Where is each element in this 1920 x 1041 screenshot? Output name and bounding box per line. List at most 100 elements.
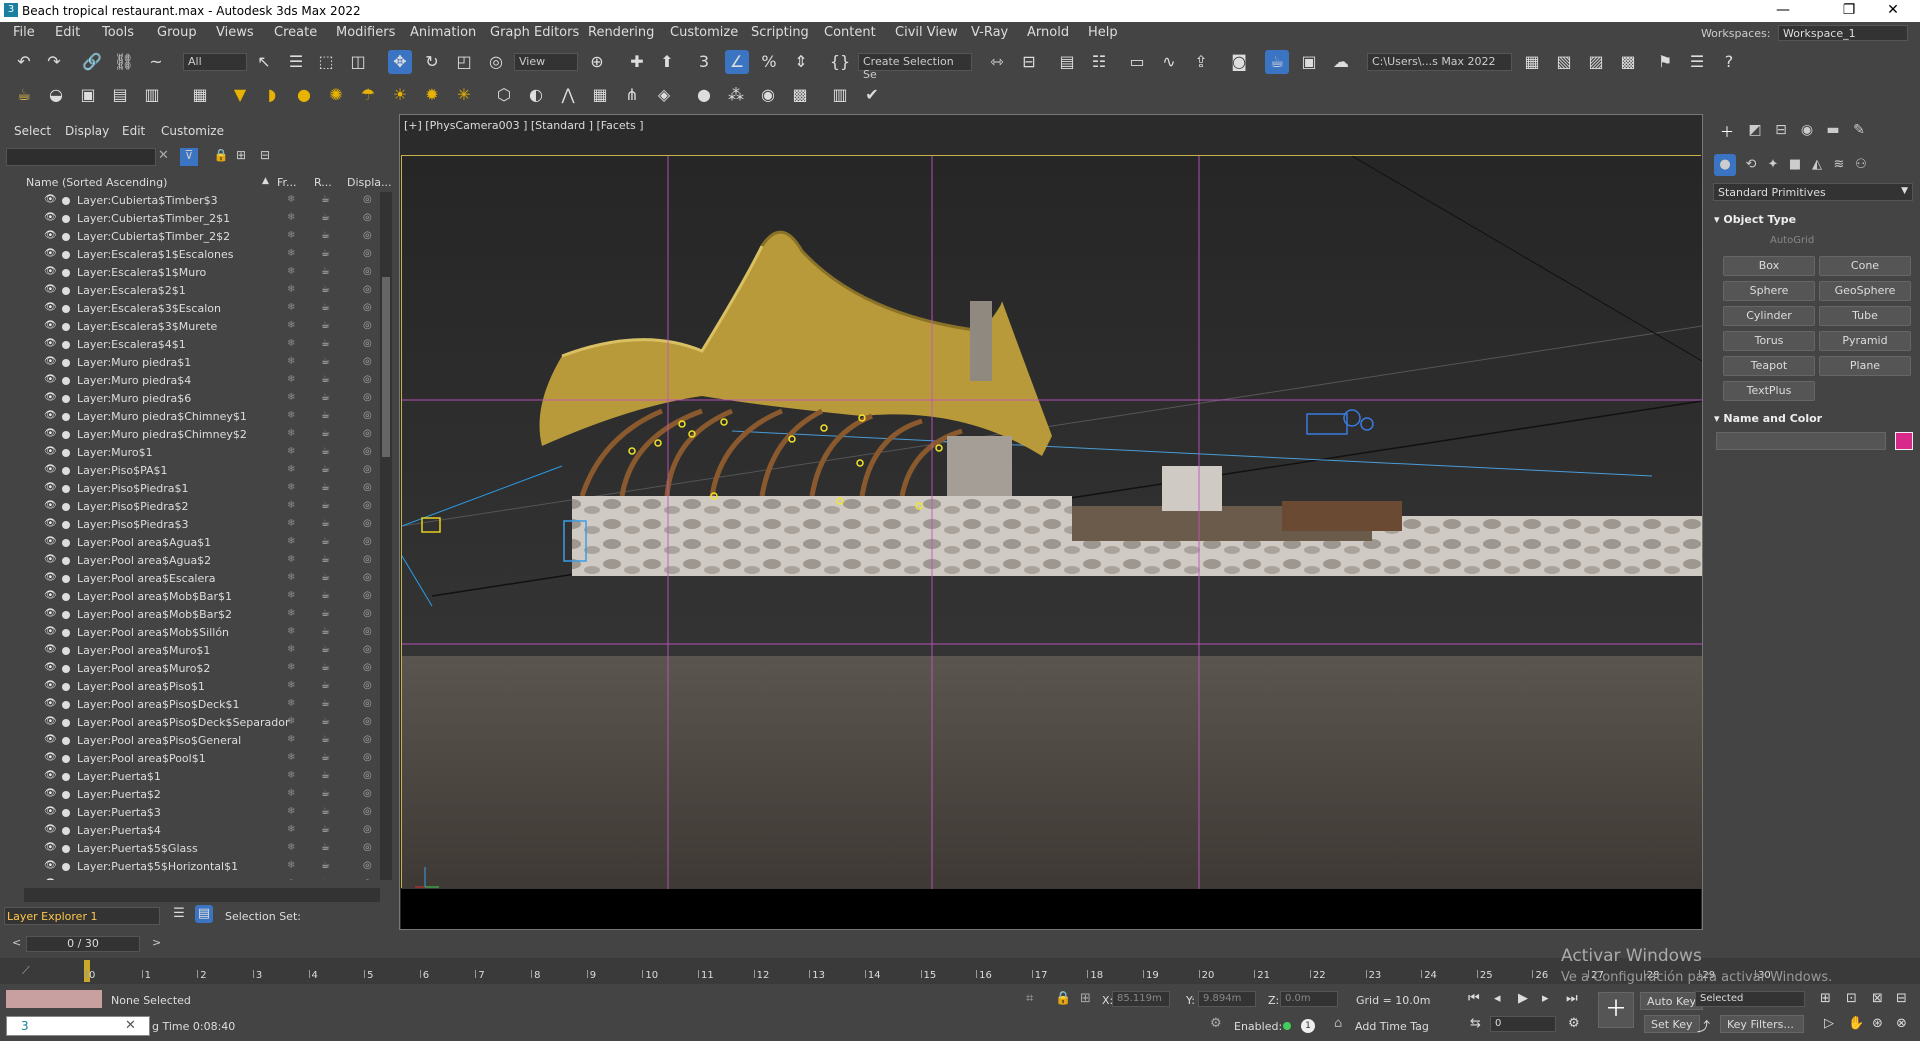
display-toggle-icon[interactable]: ◎ — [363, 788, 372, 799]
menu-group[interactable]: Group — [157, 25, 197, 40]
visibility-eye-icon[interactable]: 👁 — [44, 572, 57, 583]
row-name[interactable]: Layer:Pool area$Piso$1 — [77, 680, 297, 693]
display-toggle-icon[interactable]: ◎ — [363, 428, 372, 439]
next-frame-icon[interactable]: ▸ — [1542, 991, 1549, 1006]
scene-list-row[interactable]: 👁 Layer:Puerta$1 ❄ ☕ ◎ — [24, 768, 380, 786]
display-toggle-icon[interactable]: ◎ — [363, 338, 372, 349]
menu-vray[interactable]: V-Ray — [971, 25, 1008, 40]
visibility-eye-icon[interactable]: 👁 — [44, 716, 57, 727]
visibility-eye-icon[interactable]: 👁 — [44, 662, 57, 673]
row-name[interactable]: Layer:Puerta$5$Horizontal$2 — [77, 878, 297, 880]
visibility-eye-icon[interactable]: 👁 — [44, 266, 57, 277]
box-button[interactable]: Box — [1723, 256, 1815, 276]
vray-material-icon[interactable]: ● — [692, 83, 716, 107]
reference-coordinate-dropdown[interactable]: View — [514, 53, 578, 71]
row-name[interactable]: Layer:Escalera$2$1 — [77, 284, 297, 297]
zoom-extents-icon[interactable]: ⊞ — [1820, 991, 1831, 1006]
layer-hierarchy-icon[interactable]: ⊟ — [256, 148, 274, 166]
scene-list-row[interactable]: 👁 Layer:Escalera$3$Escalon ❄ ☕ ◎ — [24, 300, 380, 318]
visibility-eye-icon[interactable]: 👁 — [44, 842, 57, 853]
align-icon[interactable]: ⊟ — [1017, 50, 1041, 74]
renderable-toggle-icon[interactable]: ☕ — [321, 338, 330, 349]
row-name[interactable]: Layer:Pool area$Piso$Deck$1 — [77, 698, 297, 711]
vray-decal-icon[interactable]: ◈ — [652, 83, 676, 107]
layer-state-icon[interactable] — [62, 539, 70, 547]
layer-state-icon[interactable] — [62, 323, 70, 331]
visibility-eye-icon[interactable]: 👁 — [44, 392, 57, 403]
select-and-move-icon[interactable]: ✥ — [388, 50, 412, 74]
row-name[interactable]: Layer:Puerta$4 — [77, 824, 297, 837]
scene-menu-select[interactable]: Select — [14, 124, 51, 138]
display-toggle-icon[interactable]: ◎ — [363, 662, 372, 673]
layer-state-icon[interactable] — [62, 773, 70, 781]
renderable-toggle-icon[interactable]: ☕ — [321, 824, 330, 835]
frozen-toggle-icon[interactable]: ❄ — [287, 644, 295, 655]
renderable-toggle-icon[interactable]: ☕ — [321, 644, 330, 655]
frozen-toggle-icon[interactable]: ❄ — [287, 518, 295, 529]
selection-lock-icon[interactable]: 🔒 — [1055, 991, 1071, 1006]
layer-state-icon[interactable] — [62, 197, 70, 205]
sphere-button[interactable]: Sphere — [1723, 281, 1815, 301]
scene-list-row[interactable]: 👁 Layer:Escalera$1$Muro ❄ ☕ ◎ — [24, 264, 380, 282]
vray-render-icon[interactable]: ▦ — [188, 83, 212, 107]
frozen-toggle-icon[interactable]: ❄ — [287, 266, 295, 277]
viewport-label[interactable]: [+] [PhysCamera003 ] [Standard ] [Facets… — [404, 119, 644, 132]
menu-scripting[interactable]: Scripting — [751, 25, 809, 40]
visibility-eye-icon[interactable]: 👁 — [44, 230, 57, 241]
frozen-toggle-icon[interactable]: ❄ — [287, 878, 295, 880]
layer-state-icon[interactable] — [62, 521, 70, 529]
layer-state-icon[interactable] — [62, 719, 70, 727]
material-editor-icon[interactable]: ◙ — [1227, 50, 1251, 74]
vray-fur-icon[interactable]: ⋀ — [556, 83, 580, 107]
visibility-eye-icon[interactable]: 👁 — [44, 644, 57, 655]
display-toggle-icon[interactable]: ◎ — [363, 248, 372, 259]
vray-mesh-light-icon[interactable]: ✺ — [324, 83, 348, 107]
renderable-toggle-icon[interactable]: ☕ — [321, 608, 330, 619]
toggle-ribbon-icon[interactable]: ▭ — [1125, 50, 1149, 74]
layer-state-icon[interactable] — [62, 215, 70, 223]
systems-category-icon[interactable]: ⚇ — [1850, 154, 1872, 176]
renderable-toggle-icon[interactable]: ☕ — [321, 446, 330, 457]
dolly-icon[interactable]: ⊛ — [1872, 1016, 1883, 1031]
object-type-rollout-header[interactable]: ▾ Object Type — [1714, 213, 1914, 226]
vray-dome-icon[interactable]: ◗ — [260, 83, 284, 107]
x-coordinate-field[interactable]: 85.119m — [1112, 991, 1170, 1007]
layer-state-icon[interactable] — [62, 611, 70, 619]
scene-list-row[interactable]: 👁 Layer:Escalera$4$1 ❄ ☕ ◎ — [24, 336, 380, 354]
frozen-toggle-icon[interactable]: ❄ — [287, 302, 295, 313]
frozen-toggle-icon[interactable]: ❄ — [287, 680, 295, 691]
scene-list-row[interactable]: 👁 Layer:Piso$Piedra$1 ❄ ☕ ◎ — [24, 480, 380, 498]
unlink-icon[interactable]: ⛓ — [112, 50, 136, 74]
frozen-toggle-icon[interactable]: ❄ — [287, 194, 295, 205]
menu-graph-editors[interactable]: Graph Editors — [490, 25, 579, 40]
visibility-eye-icon[interactable]: 👁 — [44, 482, 57, 493]
layer-state-icon[interactable] — [62, 233, 70, 241]
add-time-tag-button[interactable]: Add Time Tag — [1355, 1020, 1429, 1033]
visibility-eye-icon[interactable]: 👁 — [44, 410, 57, 421]
column-frozen-header[interactable]: Fr... — [277, 176, 297, 189]
row-name[interactable]: Layer:Escalera$3$Escalon — [77, 302, 297, 315]
curve-editor-mini-icon[interactable]: ⟋ — [22, 964, 30, 978]
renderable-toggle-icon[interactable]: ☕ — [321, 428, 330, 439]
render-setup-icon[interactable]: ☕ — [1265, 50, 1289, 74]
menu-create[interactable]: Create — [274, 25, 317, 40]
renderable-toggle-icon[interactable]: ☕ — [321, 464, 330, 475]
frozen-toggle-icon[interactable]: ❄ — [287, 392, 295, 403]
display-toggle-icon[interactable]: ◎ — [363, 626, 372, 637]
vray-plane-icon[interactable]: ▦ — [588, 83, 612, 107]
y-coordinate-field[interactable]: 9.894m — [1198, 991, 1256, 1007]
visibility-eye-icon[interactable]: 👁 — [44, 536, 57, 547]
shapes-category-icon[interactable]: ⟲ — [1740, 154, 1762, 176]
export-icon[interactable]: ▩ — [1616, 50, 1640, 74]
row-name[interactable]: Layer:Pool area$Muro$2 — [77, 662, 297, 675]
teapot-button[interactable]: Teapot — [1723, 356, 1815, 376]
display-toggle-icon[interactable]: ◎ — [363, 860, 372, 871]
visibility-eye-icon[interactable]: 👁 — [44, 248, 57, 259]
previous-frame-icon[interactable]: ◂ — [1494, 991, 1501, 1006]
scene-list-row[interactable]: 👁 Layer:Pool area$Mob$Sillón ❄ ☕ ◎ — [24, 624, 380, 642]
vray-toolbar-icon[interactable]: ⚑ — [1653, 50, 1677, 74]
display-toggle-icon[interactable]: ◎ — [363, 500, 372, 511]
minimize-button[interactable]: — — [1760, 2, 1806, 18]
vray-sphere-light-icon[interactable]: ● — [292, 83, 316, 107]
scene-list-row[interactable]: 👁 Layer:Pool area$Mob$Bar$1 ❄ ☕ ◎ — [24, 588, 380, 606]
